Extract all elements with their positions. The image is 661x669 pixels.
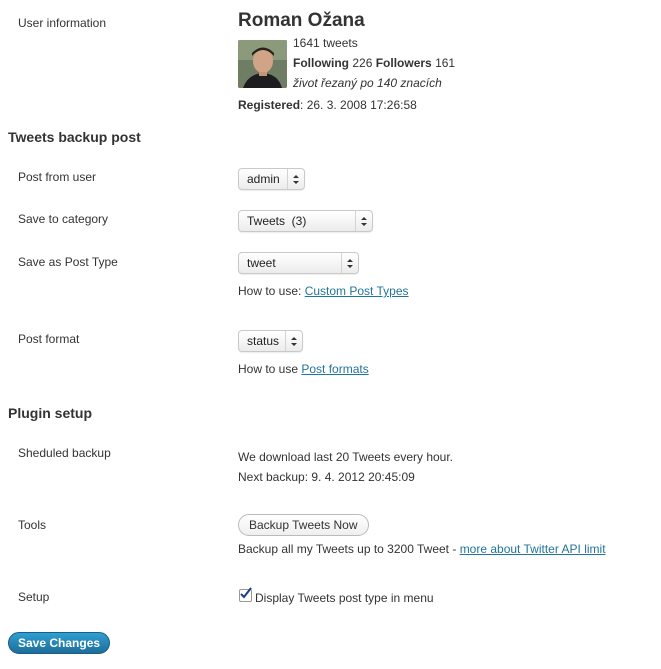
save-to-category-label: Save to category [18, 212, 109, 226]
display-menu-checkbox-label: Display Tweets post type in menu [255, 591, 434, 605]
post-format-select[interactable]: status [238, 330, 303, 352]
post-from-user-label: Post from user [18, 170, 97, 184]
select-arrows-icon [355, 211, 372, 231]
next-backup: Next backup: 9. 4. 2012 20:45:09 [238, 470, 415, 484]
following-count: 226 [352, 56, 373, 70]
post-format-help: How to use Post formats [238, 362, 369, 376]
display-menu-checkbox[interactable] [239, 587, 252, 602]
category-select[interactable]: Tweets (3) [238, 210, 373, 232]
checkmark-icon [240, 587, 252, 599]
setup-label: Setup [18, 590, 50, 604]
registered-value: : 26. 3. 2008 17:26:58 [300, 98, 417, 112]
scheduled-info: We download last 20 Tweets every hour. [238, 450, 454, 464]
tools-label: Tools [18, 518, 47, 532]
followers-count: 161 [435, 56, 456, 70]
post-type-help-prefix: How to use: [238, 284, 305, 298]
registered-label: Registered [238, 98, 301, 112]
twitter-api-limit-link[interactable]: more about Twitter API limit [460, 542, 606, 556]
scheduled-backup-label: Sheduled backup [18, 446, 111, 460]
section-title-backup-post: Tweets backup post [8, 129, 141, 145]
post-format-label: Post format [18, 332, 80, 346]
registered-info: Registered: 26. 3. 2008 17:26:58 [238, 98, 417, 112]
avatar [238, 40, 287, 88]
user-information-label: User information [18, 16, 107, 30]
post-type-help: How to use: Custom Post Types [238, 284, 409, 298]
api-limit-note-prefix: Backup all my Tweets up to 3200 Tweet - [238, 542, 460, 556]
post-formats-link[interactable]: Post formats [301, 362, 368, 376]
followers-label: Followers [375, 56, 432, 70]
save-changes-button[interactable]: Save Changes [8, 632, 111, 654]
select-arrows-icon [287, 169, 304, 189]
tweet-count: 1641 tweets [293, 36, 358, 50]
custom-post-types-link[interactable]: Custom Post Types [305, 284, 409, 298]
select-arrows-icon [341, 253, 358, 273]
user-bio: život řezaný po 140 znacích [293, 76, 442, 90]
post-format-value: status [247, 334, 280, 348]
post-type-label: Save as Post Type [18, 255, 118, 269]
category-value: Tweets (3) [247, 214, 307, 228]
post-from-user-value: admin [247, 172, 280, 186]
following-label: Following [293, 56, 349, 70]
post-from-user-select[interactable]: admin [238, 168, 305, 190]
post-type-select[interactable]: tweet [238, 252, 359, 274]
section-title-plugin-setup: Plugin setup [8, 405, 92, 421]
avatar-photo-icon [238, 40, 287, 88]
follow-stats: Following 226 Followers 161 [293, 56, 455, 70]
backup-now-button[interactable]: Backup Tweets Now [238, 514, 369, 536]
api-limit-note: Backup all my Tweets up to 3200 Tweet - … [238, 542, 606, 556]
post-type-value: tweet [247, 256, 276, 270]
user-name: Roman Ožana [238, 10, 365, 31]
select-arrows-icon [285, 331, 302, 351]
post-format-help-prefix: How to use [238, 362, 302, 376]
